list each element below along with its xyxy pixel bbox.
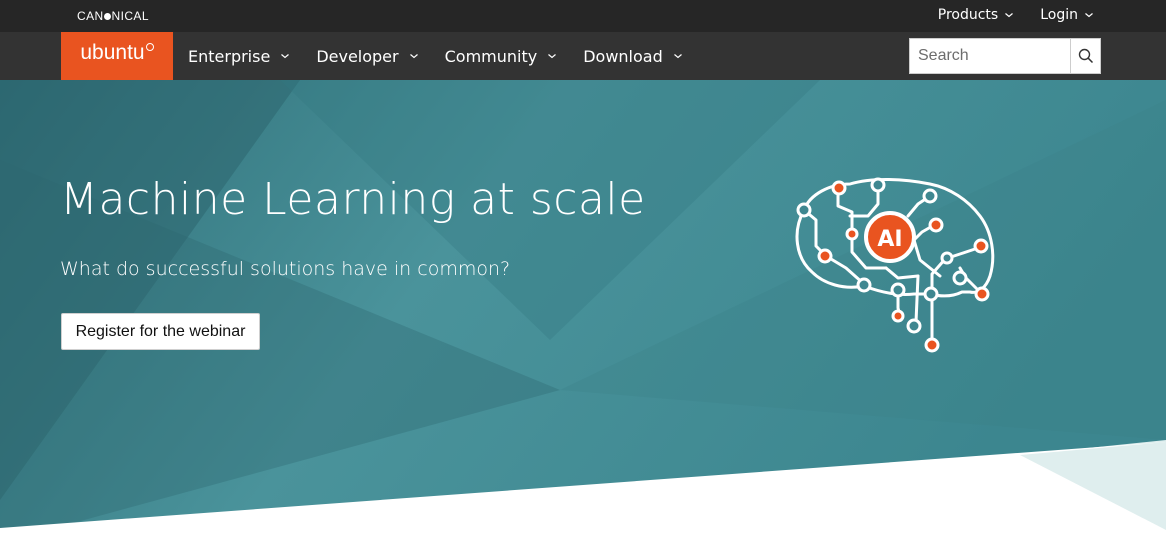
nav-item-label: Community bbox=[444, 46, 538, 66]
search-input[interactable] bbox=[910, 39, 1070, 73]
canonical-logo[interactable]: CAN NICAL bbox=[77, 9, 149, 23]
hero-section: Machine Learning at scale What do succes… bbox=[0, 80, 1166, 543]
search-box bbox=[909, 38, 1101, 74]
search-button[interactable] bbox=[1070, 39, 1100, 73]
circle-of-friends-icon bbox=[145, 43, 154, 51]
login-label: Login bbox=[1040, 7, 1078, 23]
chevron-down-icon bbox=[409, 54, 418, 59]
canonical-logo-text-left: CAN bbox=[77, 9, 104, 23]
products-label: Products bbox=[937, 7, 999, 23]
hero-subtitle: What do successful solutions have in com… bbox=[60, 258, 511, 280]
nav-item-download[interactable]: Download bbox=[583, 47, 709, 66]
top-right-menu: Products Login bbox=[938, 7, 1094, 23]
canonical-logo-circle-icon bbox=[104, 13, 112, 20]
chevron-down-icon bbox=[1005, 13, 1014, 18]
nav-item-label: Enterprise bbox=[188, 46, 271, 66]
nav-items: Enterprise Developer Community Download bbox=[188, 32, 709, 80]
ubuntu-logo[interactable]: ubuntu bbox=[61, 32, 173, 80]
login-menu[interactable]: Login bbox=[1040, 7, 1094, 23]
nav-item-developer[interactable]: Developer bbox=[316, 47, 444, 66]
nav-item-enterprise[interactable]: Enterprise bbox=[188, 47, 316, 66]
main-navigation: ubuntu Enterprise Developer Community Do… bbox=[0, 32, 1166, 80]
hero-title: Machine Learning at scale bbox=[60, 174, 646, 225]
nav-item-label: Developer bbox=[316, 46, 399, 66]
canonical-logo-text-right: NICAL bbox=[111, 9, 149, 23]
products-menu[interactable]: Products bbox=[938, 7, 1014, 23]
chevron-down-icon bbox=[673, 54, 682, 59]
ubuntu-logo-text: ubuntu bbox=[80, 41, 145, 64]
chevron-down-icon bbox=[548, 54, 557, 59]
nav-item-label: Download bbox=[583, 46, 663, 66]
nav-item-community[interactable]: Community bbox=[445, 47, 584, 66]
canonical-bar: CAN NICAL Products Login bbox=[0, 0, 1166, 32]
ai-badge-text: AI bbox=[877, 227, 902, 252]
search-icon bbox=[1078, 48, 1093, 64]
chevron-down-icon bbox=[1085, 13, 1093, 18]
register-webinar-button[interactable]: Register for the webinar bbox=[61, 313, 260, 350]
chevron-down-icon bbox=[281, 54, 290, 59]
ai-brain-illustration: AI bbox=[795, 177, 995, 353]
